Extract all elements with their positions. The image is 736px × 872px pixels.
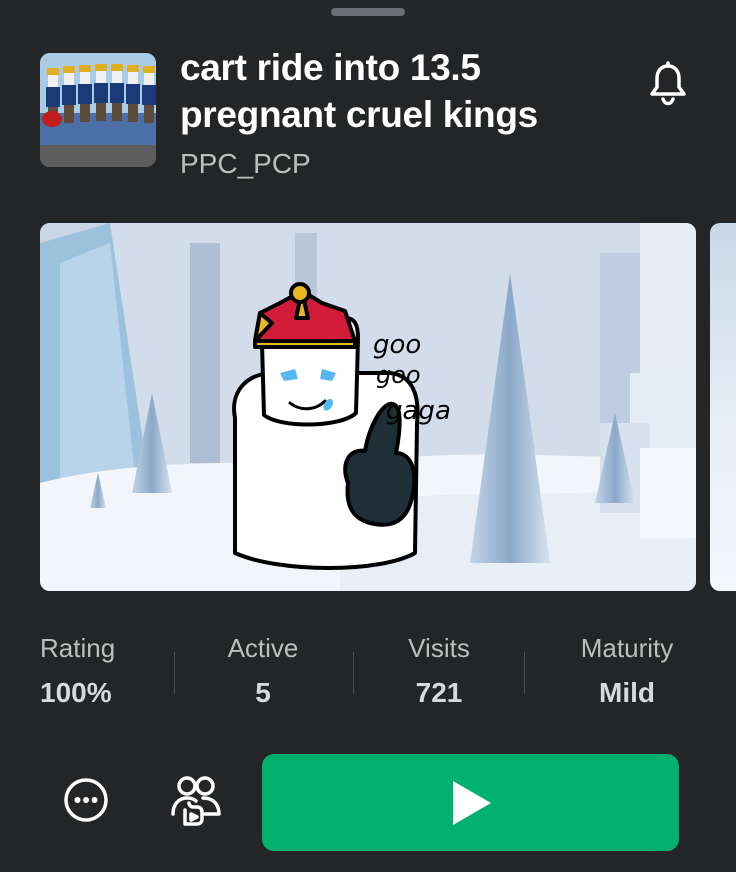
game-screenshot[interactable]: goo goo gaga xyxy=(40,223,696,591)
handwritten-text-3: gaga xyxy=(386,396,451,426)
stat-active: Active 5 xyxy=(213,628,313,718)
stat-maturity-value: Mild xyxy=(599,677,655,708)
stat-divider xyxy=(353,652,354,694)
handwritten-text-1: goo xyxy=(373,330,421,360)
stat-visits-label: Visits xyxy=(408,633,470,663)
creator-name[interactable]: PPC_PCP xyxy=(180,148,311,180)
stat-maturity: Maturity Mild xyxy=(564,628,690,718)
stat-active-label: Active xyxy=(227,633,299,663)
more-options-button[interactable] xyxy=(58,772,114,828)
stat-rating: Rating 100% xyxy=(40,628,124,718)
stat-rating-label: Rating xyxy=(40,633,116,663)
stat-active-value: 5 xyxy=(255,677,271,708)
party-people-icon xyxy=(171,776,221,826)
party-button[interactable] xyxy=(166,770,228,830)
ellipsis-circle-icon xyxy=(64,778,108,822)
play-icon xyxy=(452,780,491,825)
stat-divider xyxy=(174,652,175,694)
stat-visits: Visits 721 xyxy=(389,628,489,718)
stat-rating-value: 100% xyxy=(40,677,112,708)
game-title: cart ride into 13.5 pregnant cruel kings xyxy=(180,47,538,135)
stat-maturity-label: Maturity xyxy=(580,633,674,663)
sheet-drag-handle[interactable] xyxy=(331,8,405,16)
stat-visits-value: 721 xyxy=(415,677,463,708)
stat-divider xyxy=(524,652,525,694)
next-screenshot-peek[interactable] xyxy=(710,223,736,591)
play-button[interactable] xyxy=(262,754,679,851)
game-thumbnail xyxy=(40,53,156,167)
bell-icon xyxy=(650,61,686,106)
game-stats: Rating 100% Active 5 Visits 721 Maturity… xyxy=(0,628,736,718)
handwritten-text-2: goo xyxy=(376,361,421,389)
notify-button[interactable] xyxy=(636,52,700,116)
